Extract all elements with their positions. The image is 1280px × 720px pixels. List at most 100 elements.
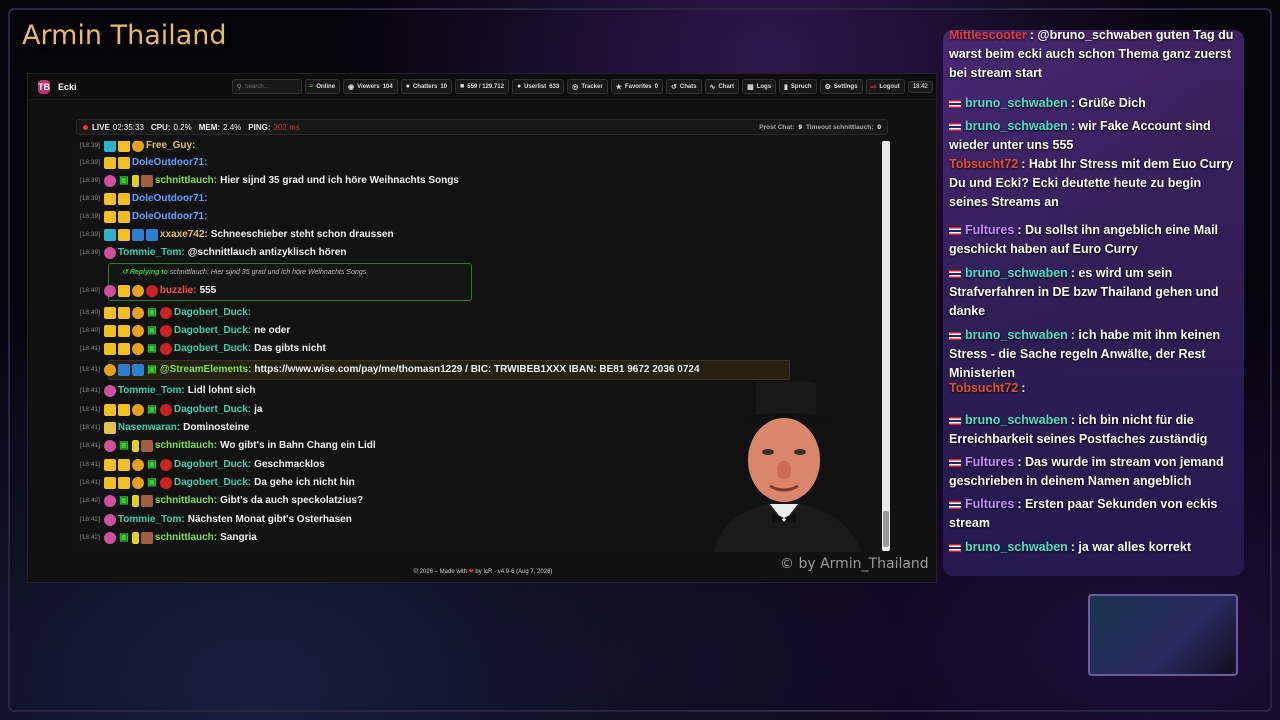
chat-message: [18:41] ▣ @StreamElements: https://www.wise… [80, 361, 700, 378]
chat-message: [18:39] ▣ schnittlauch: Hier sijnd 35 grad … [80, 172, 459, 189]
prost-label: Prost Chat: [759, 123, 795, 131]
chats-button[interactable]: ↺ Chats [665, 79, 702, 94]
overlay-message: Tobsucht72: [949, 379, 1241, 398]
message-username[interactable]: Free_Guy: [146, 141, 195, 151]
user-badge-icon [131, 494, 139, 507]
user-badge-icon [131, 403, 144, 416]
overlay-username: bruno_schwaben [965, 540, 1068, 554]
favorites-button[interactable]: ★ Favorites 0 [610, 79, 663, 94]
message-username[interactable]: buzzlie: [160, 285, 197, 296]
message-username[interactable]: schnittlauch: [155, 532, 217, 543]
user-badge-icon [117, 363, 130, 376]
viewers-button[interactable]: ◉ Viewers 104 [343, 79, 398, 94]
chat-message: [18:42] ▣ schnittlauch: Gibt's da auch spec… [80, 492, 363, 509]
chat-message: [18:41] ▣ Dagobert_Duck: ja [80, 401, 262, 418]
message-timestamp: [18:40] [80, 327, 100, 334]
userlist-button[interactable]: ● Userlist 633 [511, 79, 565, 94]
chat-message: [18:39] xxaxe742: Schneeschieber steht sch… [80, 226, 394, 243]
cpu-value: 0.2% [173, 122, 192, 132]
message-timestamp: [18:39] [80, 159, 100, 166]
message-username[interactable]: schnittlauch: [155, 440, 217, 451]
message-username[interactable]: Dagobert_Duck: [174, 325, 251, 336]
message-timestamp: [18:40] [80, 309, 100, 316]
tracker-button[interactable]: ◎ Tracker [567, 79, 608, 94]
message-username[interactable]: DoleOutdoor71: [132, 193, 208, 204]
chatters-button[interactable]: ● Chatters 10 [400, 79, 452, 94]
scrollbar-thumb[interactable] [883, 511, 889, 547]
spruch-button[interactable]: ▮ Spruch [779, 79, 817, 94]
user-badge-icon [159, 306, 172, 319]
message-text: ne oder [254, 325, 291, 336]
logs-button[interactable]: ▦ Logs [742, 79, 777, 94]
message-text: 555 [199, 285, 217, 296]
online-button[interactable]: ≈ Online [304, 79, 341, 94]
thai-flag-icon [949, 500, 961, 509]
overlay-username: bruno_schwaben [965, 328, 1068, 342]
message-timestamp: [18:41] [80, 424, 100, 431]
ping-value: 202 ms [273, 122, 300, 132]
message-username[interactable]: Tommie_Tom: [118, 247, 185, 258]
message-username[interactable]: Dagobert_Duck: [174, 459, 251, 470]
overlay-text: : ja war alles korrekt [1070, 540, 1191, 554]
overlay-message: Mittlescooter: @bruno_schwaben guten Tag… [949, 30, 1241, 83]
thai-flag-icon [949, 543, 961, 552]
logs-label: Logs [756, 83, 772, 90]
message-username[interactable]: Dagobert_Duck: [174, 404, 251, 415]
search-box[interactable]: ⚲ [231, 79, 302, 94]
message-username[interactable]: schnittlauch: [155, 495, 217, 506]
user-badge-icon [103, 210, 116, 223]
user-badge-icon [103, 174, 116, 187]
user-badge-icon [103, 228, 116, 241]
user-badge-icon [131, 476, 144, 489]
user-badge-icon [103, 421, 116, 434]
user-badge-icon [159, 403, 172, 416]
footer-text-before: © 2026 – Made with [413, 569, 468, 575]
user-badge-icon [140, 494, 153, 507]
viewers-label: Viewers [357, 83, 380, 90]
chat-scrollbar[interactable] [882, 141, 890, 551]
chat-message: [18:41] Tommie_Tom: Lidl lohnt sich [80, 382, 256, 399]
message-text: https://www.wise.com/pay/me/thomasn1229 … [254, 364, 700, 375]
settings-button[interactable]: ⚙ Settings [819, 79, 863, 94]
message-username[interactable]: DoleOutdoor71: [132, 211, 208, 222]
overlay-message: Fultures: Das wurde im stream von jemand… [949, 453, 1241, 491]
user-badge-icon [103, 284, 116, 297]
overlay-message: bruno_schwaben: ich habe mit ihm keinen … [949, 326, 1241, 383]
message-username[interactable]: Tommie_Tom: [118, 514, 185, 525]
live-label: LIVE [92, 122, 110, 132]
message-timestamp: [18:39] [80, 142, 100, 149]
message-username[interactable]: Tommie_Tom: [118, 385, 185, 396]
chats-label: Chats [679, 83, 697, 90]
message-username[interactable]: @StreamElements: [160, 364, 251, 375]
message-username[interactable]: schnittlauch: [155, 175, 217, 186]
users-icon: ● [405, 83, 410, 90]
chat-message: [18:41] ▣ Dagobert_Duck: Da gehe ich nicht … [80, 474, 355, 491]
message-username[interactable]: Dagobert_Duck: [174, 477, 251, 488]
reply-prefix: Replying to [129, 269, 168, 276]
message-username[interactable]: Dagobert_Duck: [174, 307, 251, 318]
user-badge-icon [140, 531, 153, 544]
chat-message: [18:41] ▣ Dagobert_Duck: Geschmacklos [80, 456, 325, 473]
user-badge-icon [103, 458, 116, 471]
user-badge-icon [131, 342, 144, 355]
message-text: Geschmacklos [254, 459, 325, 470]
search-input[interactable] [244, 83, 297, 90]
user-badge-icon [103, 141, 116, 152]
chart-button[interactable]: ∿ Chart [704, 79, 740, 94]
message-username[interactable]: xxaxe742: [160, 229, 208, 240]
reply-context: ↺ Replying to schnittlauch: Hier sijnd 3… [122, 268, 366, 276]
user-badge-icon: ▣ [119, 531, 129, 543]
message-username[interactable]: DoleOutdoor71: [132, 157, 208, 168]
messages-button[interactable]: ■ 559 / 129.712 [455, 79, 509, 94]
thai-flag-icon [949, 269, 961, 278]
message-timestamp: [18:42] [80, 497, 100, 504]
stream-title: Armin Thailand [22, 20, 227, 51]
message-username[interactable]: Dagobert_Duck: [174, 343, 251, 354]
user-badge-icon: ▣ [119, 174, 129, 186]
spruch-label: Spruch [790, 83, 812, 90]
logout-button[interactable]: ⇨ Logout [865, 79, 905, 94]
message-username[interactable]: Nasenwaran: [118, 422, 180, 433]
user-badge-icon [103, 476, 116, 489]
eye-icon: ◉ [348, 83, 355, 91]
user-badge-icon [103, 306, 116, 319]
